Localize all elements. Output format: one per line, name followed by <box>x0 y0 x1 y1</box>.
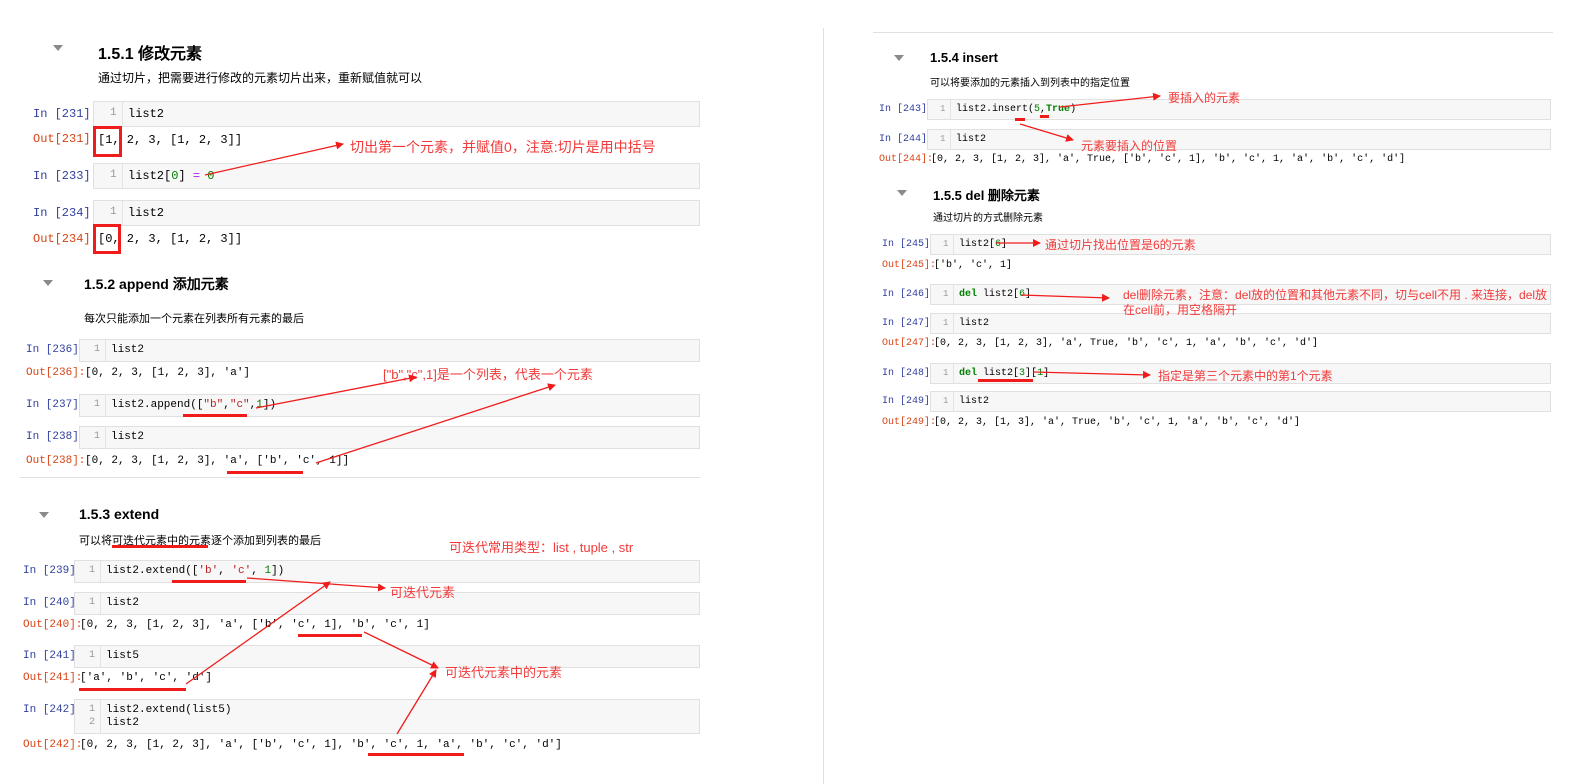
annotation-arrow <box>255 374 417 409</box>
annotation-arrow <box>204 141 344 176</box>
annotation-arrow <box>246 577 386 592</box>
annotation-arrow <box>363 631 439 669</box>
annotation-arrow <box>1059 92 1161 108</box>
annotation-arrow <box>1019 123 1074 142</box>
annotation-arrow <box>185 581 331 685</box>
annotation-arrows <box>185 92 1161 735</box>
annotation-arrow <box>315 383 556 464</box>
annotation-arrow <box>1032 370 1151 379</box>
annotation-arrow <box>396 669 437 735</box>
annotation-arrow <box>1020 293 1110 302</box>
